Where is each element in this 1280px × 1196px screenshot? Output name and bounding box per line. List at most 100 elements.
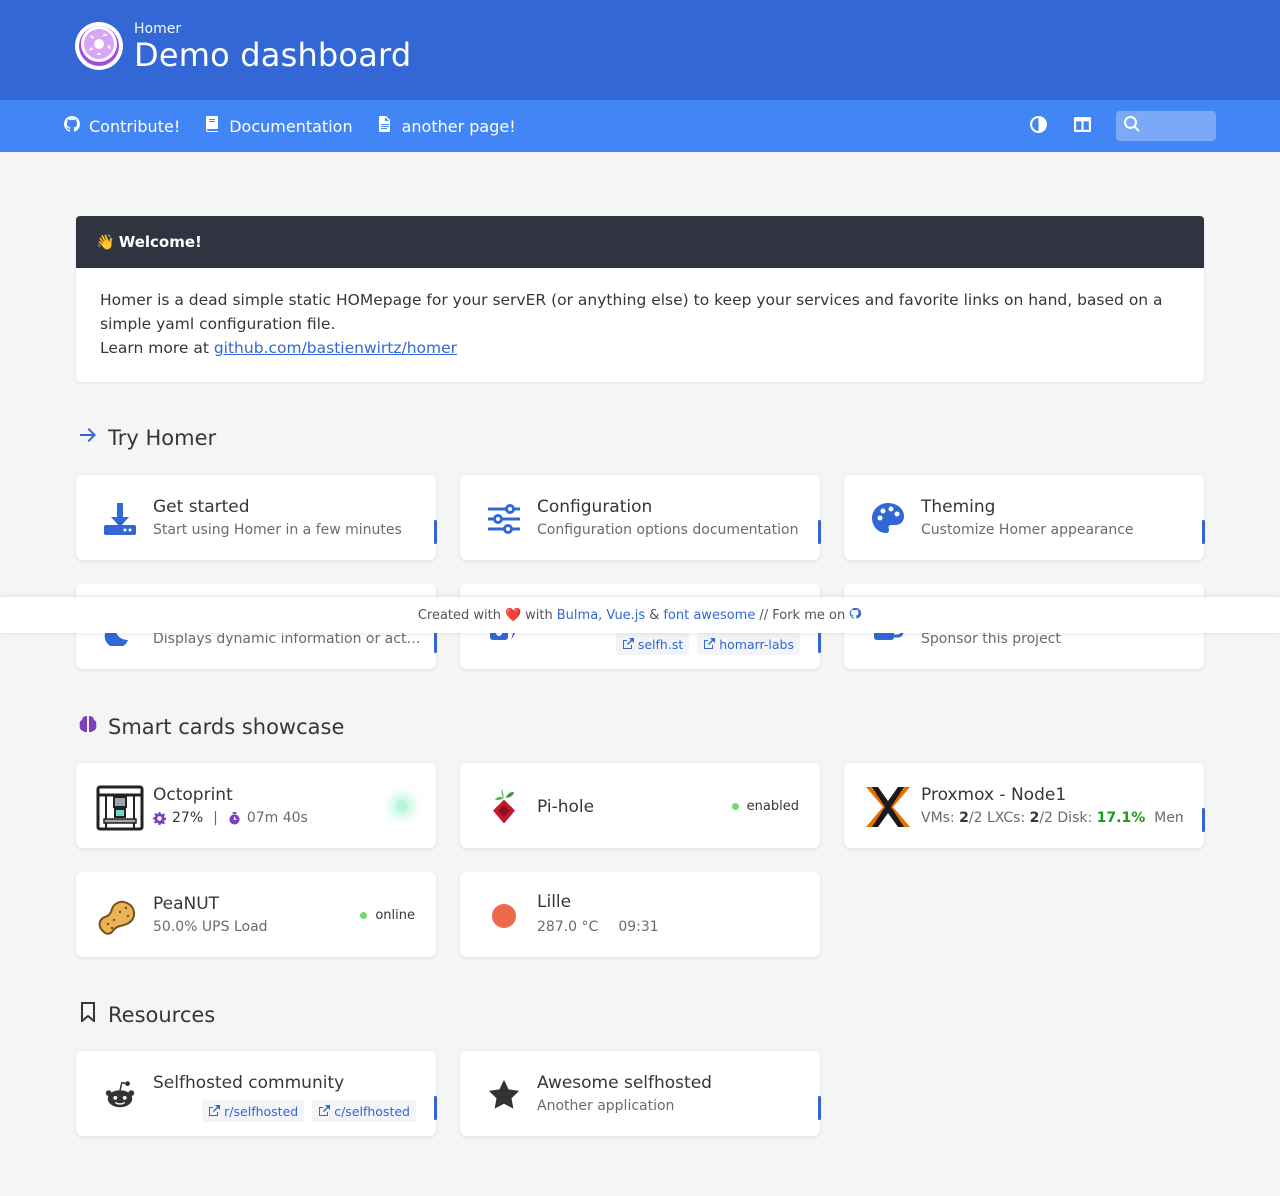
status-text: online	[375, 908, 415, 923]
stopwatch-icon	[229, 811, 240, 825]
card-proxmox[interactable]: Proxmox - Node1 VMs: 2/2 LXCs: 2/2 Disk:…	[844, 763, 1205, 848]
weather-sun-icon	[480, 892, 528, 940]
card-awesome-selfhosted[interactable]: Awesome selfhosted Another application	[460, 1051, 821, 1136]
file-icon	[377, 116, 393, 136]
weather-time: 09:31	[618, 919, 659, 935]
github-icon[interactable]	[849, 607, 862, 624]
card-title: Lille	[537, 892, 572, 912]
3d-printer-icon	[96, 783, 144, 831]
external-link-icon	[209, 1105, 221, 1116]
status-indicator: online	[360, 908, 415, 923]
brain-icon	[78, 714, 98, 739]
group-title-text: Resources	[108, 1002, 216, 1027]
card-title: Awesome selfhosted	[537, 1073, 712, 1093]
nav-link-label: Contribute!	[89, 116, 181, 136]
github-icon	[64, 116, 80, 136]
message-learn-more: Learn more at	[100, 339, 214, 357]
card-title: PeaNUT	[153, 894, 220, 914]
nav-link-documentation[interactable]: Documentation	[204, 116, 353, 136]
card-weather-lille[interactable]: Lille 287.0 °C 09:31	[460, 872, 820, 957]
pihole-icon	[480, 783, 528, 831]
card-configuration[interactable]: Configuration Configuration options docu…	[460, 475, 821, 560]
card-peanut[interactable]: PeaNUT 50.0% UPS Load online	[76, 872, 436, 957]
nav-link-label: another page!	[401, 116, 516, 136]
proxmox-icon	[864, 783, 912, 831]
card-subtitle: 50.0% UPS Load	[153, 919, 268, 935]
page-header: Homer Demo dashboard	[0, 0, 1280, 100]
card-title: Theming	[921, 497, 996, 517]
status-glow-indicator	[396, 800, 408, 812]
star-icon	[480, 1071, 528, 1119]
group-title-try-homer: Try Homer	[78, 425, 216, 450]
card-theming[interactable]: Theming Customize Homer appearance	[844, 475, 1205, 560]
footer-link-font-awesome[interactable]: font awesome	[663, 608, 755, 623]
card-title: Pi-hole	[537, 797, 595, 817]
welcome-message: 👋 Welcome! Homer is a dead simple static…	[76, 216, 1204, 382]
search-icon	[1124, 116, 1140, 136]
palette-icon	[864, 495, 912, 543]
stats-separator: |	[213, 810, 218, 826]
navbar: Contribute! Documentation another page!	[0, 100, 1280, 152]
search-input[interactable]	[1146, 118, 1206, 134]
weather-temp: 287.0 °C	[537, 919, 599, 935]
card-title: Get started	[153, 497, 250, 517]
nav-link-contribute[interactable]: Contribute!	[64, 116, 180, 136]
sliders-icon	[480, 495, 528, 543]
status-dot	[731, 803, 739, 810]
footer: Created with ❤️ with Bulma, Vue.js & fon…	[0, 597, 1280, 633]
footer-link-bulma-vue[interactable]: Bulma, Vue.js	[557, 608, 645, 623]
card-title: Selfhosted community	[153, 1073, 345, 1093]
header-subtitle: Homer	[134, 21, 182, 37]
group-title-text: Smart cards showcase	[108, 714, 345, 739]
nav-link-label: Documentation	[229, 116, 353, 136]
tag-link[interactable]: selfh.st	[615, 633, 690, 655]
card-subtitle: Configuration options documentation	[537, 522, 799, 538]
card-octoprint[interactable]: Octoprint 27% | 07m 40s	[76, 763, 436, 848]
card-pihole[interactable]: Pi-hole enabled	[460, 763, 820, 848]
heart-icon: ❤️	[504, 607, 522, 623]
proxmox-stats: VMs: 2/2 LXCs: 2/2 Disk: 17.1% Mem: 50	[921, 810, 1183, 826]
card-selfhosted-community[interactable]: Selfhosted community r/selfhosted c/self…	[76, 1051, 437, 1136]
search-box[interactable]	[1116, 111, 1216, 141]
message-link[interactable]: github.com/bastienwirtz/homer	[214, 339, 457, 357]
card-get-started[interactable]: Get started Start using Homer in a few m…	[76, 475, 437, 560]
status-text: enabled	[746, 799, 799, 814]
group-title-resources: Resources	[78, 1002, 215, 1027]
columns-icon	[1073, 116, 1091, 137]
download-icon	[96, 495, 144, 543]
card-subtitle: Start using Homer in a few minutes	[153, 522, 402, 538]
octoprint-stats: 27% | 07m 40s	[153, 810, 308, 826]
message-text: Homer is a dead simple static HOMepage f…	[100, 291, 1163, 333]
group-title-text: Try Homer	[108, 425, 217, 450]
card-subtitle: Displays dynamic information or actio...	[153, 631, 421, 647]
nav-link-another-page[interactable]: another page!	[377, 116, 516, 136]
external-link-icon	[704, 638, 716, 649]
reddit-icon	[96, 1071, 144, 1119]
layout-toggle[interactable]	[1060, 100, 1104, 152]
dark-mode-toggle[interactable]	[1016, 100, 1060, 152]
octoprint-time: 07m 40s	[246, 810, 308, 826]
card-subtitle: Sponsor this project	[921, 631, 1061, 647]
status-indicator: enabled	[731, 799, 799, 814]
external-link-icon	[319, 1105, 331, 1116]
group-title-smart-cards: Smart cards showcase	[78, 714, 344, 739]
tag-link[interactable]: r/selfhosted	[202, 1100, 305, 1122]
arrow-right-icon	[78, 425, 98, 450]
card-title: Proxmox - Node1	[921, 785, 1067, 805]
octoprint-progress: 27%	[172, 810, 204, 826]
homer-logo-icon[interactable]	[75, 22, 123, 70]
message-title: Welcome!	[118, 233, 202, 251]
wave-emoji-icon: 👋	[96, 233, 115, 251]
external-link-icon	[622, 638, 634, 649]
bookmark-icon	[78, 1002, 98, 1027]
gear-icon	[153, 811, 166, 825]
contrast-icon	[1029, 115, 1047, 137]
tag-link[interactable]: c/selfhosted	[312, 1100, 416, 1122]
card-title: Configuration	[537, 497, 653, 517]
tag-link[interactable]: homarr-labs	[697, 633, 800, 655]
peanut-icon	[96, 892, 144, 940]
message-body: Homer is a dead simple static HOMepage f…	[76, 268, 1204, 382]
card-subtitle: Customize Homer appearance	[921, 522, 1134, 538]
message-header: 👋 Welcome!	[76, 216, 1204, 268]
card-title: Octoprint	[153, 785, 233, 805]
